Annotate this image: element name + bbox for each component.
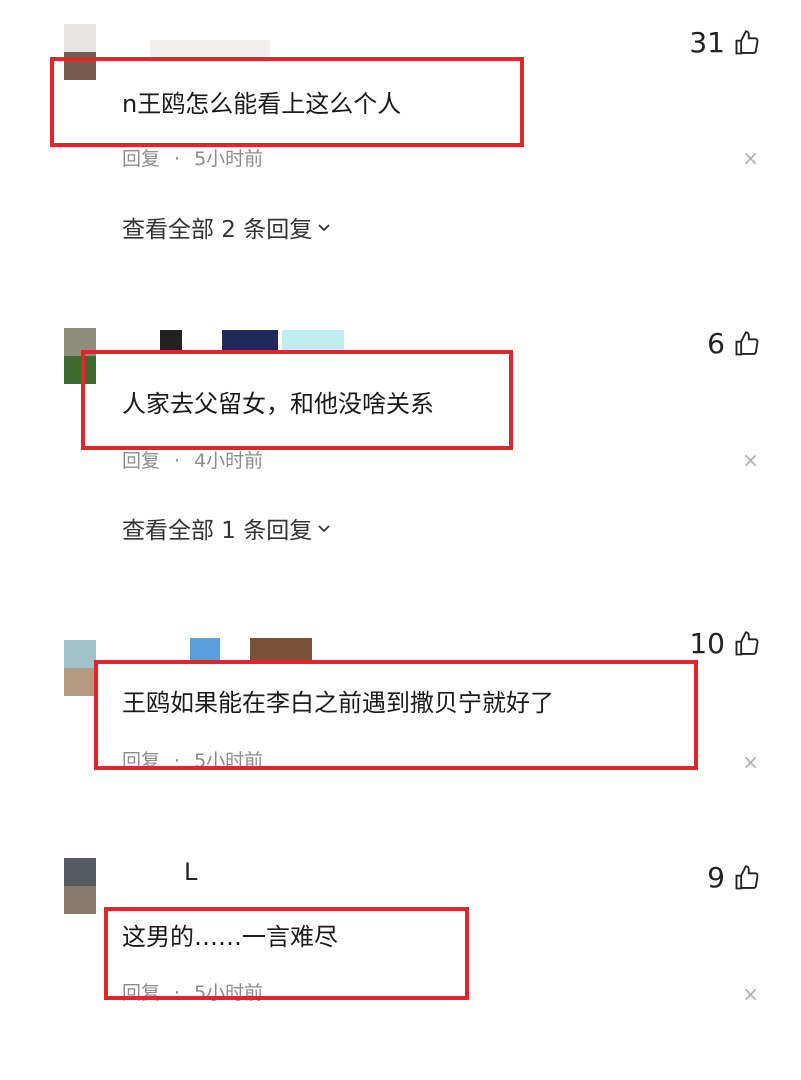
- highlight-box: [50, 57, 524, 147]
- username[interactable]: L: [184, 858, 197, 886]
- username-redacted[interactable]: [250, 638, 312, 660]
- thumbs-up-icon: [735, 630, 759, 655]
- separator-dot: ·: [174, 148, 181, 170]
- like-button[interactable]: 10: [689, 627, 761, 660]
- highlight-box: [94, 660, 698, 770]
- view-all-label: 查看全部 2 条回复: [122, 217, 313, 243]
- close-icon[interactable]: ×: [742, 982, 759, 1006]
- comment-meta: 回复 · 5小时前: [122, 144, 263, 171]
- username-redacted[interactable]: [190, 638, 220, 660]
- like-count: 10: [689, 627, 725, 660]
- username-redacted[interactable]: [160, 330, 182, 352]
- thumbs-up-icon: [735, 864, 759, 889]
- highlight-box: [104, 907, 469, 1000]
- view-all-label: 查看全部 1 条回复: [122, 518, 313, 544]
- thumbs-up-icon: [735, 330, 759, 355]
- highlight-box: [81, 350, 513, 450]
- avatar[interactable]: [64, 640, 96, 696]
- close-icon[interactable]: ×: [742, 448, 759, 472]
- timestamp: 4小时前: [194, 450, 264, 472]
- chevron-down-icon: [318, 525, 330, 533]
- reply-link[interactable]: 回复: [122, 450, 160, 472]
- comment-meta: 回复 · 4小时前: [122, 446, 263, 473]
- username-redacted[interactable]: [282, 330, 344, 352]
- thumbs-up-icon: [735, 29, 759, 54]
- chevron-down-icon: [318, 224, 330, 232]
- separator-dot: ·: [174, 450, 181, 472]
- timestamp: 5小时前: [194, 148, 264, 170]
- like-button[interactable]: 6: [707, 327, 761, 360]
- view-all-replies-button[interactable]: 查看全部 1 条回复: [122, 511, 332, 545]
- close-icon[interactable]: ×: [742, 146, 759, 170]
- username-redacted[interactable]: [222, 330, 278, 352]
- like-count: 6: [707, 327, 725, 360]
- reply-link[interactable]: 回复: [122, 148, 160, 170]
- avatar[interactable]: [64, 858, 96, 914]
- like-count: 9: [707, 861, 725, 894]
- like-button[interactable]: 31: [689, 26, 761, 59]
- like-button[interactable]: 9: [707, 861, 761, 894]
- close-icon[interactable]: ×: [742, 750, 759, 774]
- view-all-replies-button[interactable]: 查看全部 2 条回复: [122, 210, 332, 244]
- like-count: 31: [689, 26, 725, 59]
